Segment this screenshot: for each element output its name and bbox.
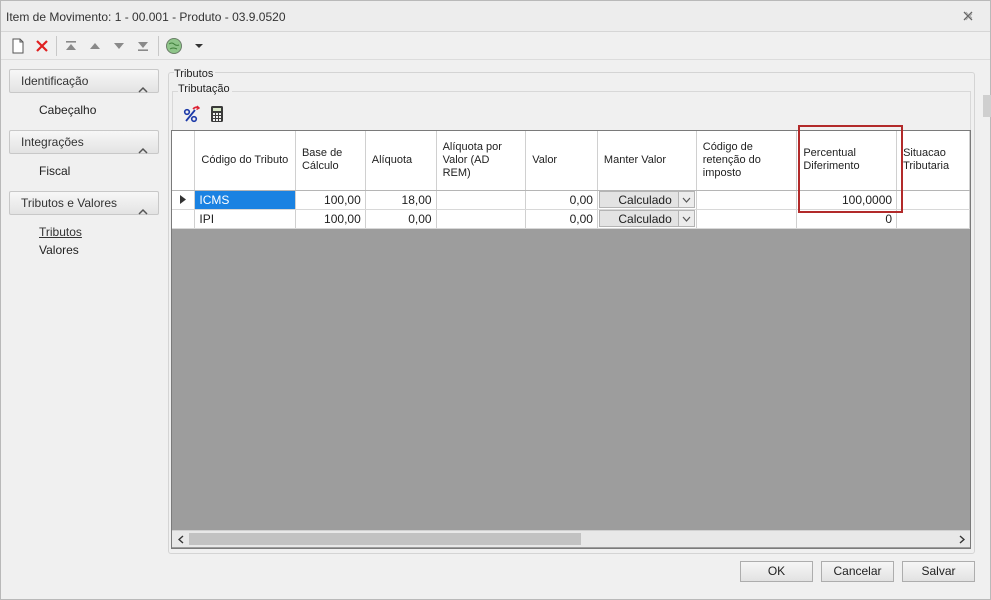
row-indicator[interactable] — [172, 209, 196, 229]
nav-group-integracoes: Integrações Fiscal — [9, 130, 159, 180]
next-icon[interactable] — [110, 37, 128, 55]
tributos-table: Código do Tributo Base de Cálculo Alíquo… — [172, 131, 970, 229]
percent-edit-icon[interactable] — [182, 105, 201, 126]
cell-situacao[interactable] — [896, 209, 970, 229]
cancel-button[interactable]: Cancelar — [821, 561, 894, 582]
manter-valor-select[interactable]: Calculado — [598, 210, 695, 227]
column-header[interactable]: Valor — [525, 131, 598, 191]
nav-header-identificacao[interactable]: Identificação — [9, 69, 159, 93]
cell-manter-valor[interactable]: Calculado — [597, 209, 697, 229]
nav-header-integracoes[interactable]: Integrações — [9, 130, 159, 154]
column-header[interactable]: Alíquota por Valor (AD REM) — [436, 131, 527, 191]
new-icon[interactable] — [9, 37, 27, 55]
calculator-icon[interactable] — [210, 105, 224, 126]
column-header[interactable]: Alíquota — [365, 131, 437, 191]
save-button[interactable]: Salvar — [902, 561, 975, 582]
nav-item-cabecalho[interactable]: Cabeçalho — [9, 101, 159, 119]
scrollbar-thumb[interactable] — [189, 533, 581, 545]
column-header[interactable]: Código de retenção do imposto — [696, 131, 798, 191]
scroll-left-icon[interactable] — [172, 531, 189, 548]
close-icon[interactable] — [960, 8, 976, 24]
nav-header-label: Tributos e Valores — [21, 196, 118, 210]
cell-manter-valor[interactable]: Calculado — [597, 190, 697, 210]
cell-aliquota-valor[interactable] — [436, 190, 527, 210]
column-header[interactable]: Situacao Tributaria — [896, 131, 970, 191]
chevron-down-icon[interactable] — [677, 192, 694, 207]
window-title: Item de Movimento: 1 - 00.001 - Produto … — [6, 10, 286, 24]
cell-base[interactable]: 100,00 — [295, 209, 366, 229]
nav-header-label: Identificação — [21, 74, 89, 88]
nav-header-label: Integrações — [21, 135, 84, 149]
column-header[interactable]: Percentual Diferimento — [796, 131, 898, 191]
cell-codigo[interactable]: IPI — [194, 209, 296, 229]
column-header[interactable]: Base de Cálculo — [295, 131, 366, 191]
table-header-row: Código do Tributo Base de Cálculo Alíquo… — [172, 131, 970, 191]
cell-valor[interactable]: 0,00 — [525, 190, 598, 210]
chevron-up-icon[interactable] — [138, 139, 148, 161]
cell-retencao[interactable] — [696, 209, 798, 229]
cell-aliquota[interactable]: 0,00 — [365, 209, 437, 229]
group-label-tributos: Tributos — [174, 68, 216, 80]
manter-valor-select[interactable]: Calculado — [598, 191, 695, 208]
last-icon[interactable] — [134, 37, 152, 55]
delete-icon[interactable] — [33, 37, 51, 55]
cell-valor[interactable]: 0,00 — [525, 209, 598, 229]
table-row[interactable]: ICMS 100,00 18,00 0,00 Calculado 100,000… — [172, 190, 970, 210]
manter-valor-value: Calculado — [618, 211, 672, 226]
toolbar-separator — [158, 36, 159, 56]
nav-item-fiscal[interactable]: Fiscal — [9, 162, 159, 180]
table-row[interactable]: IPI 100,00 0,00 0,00 Calculado 0 — [172, 209, 970, 229]
row-indicator-icon[interactable] — [172, 190, 196, 210]
manter-valor-value: Calculado — [618, 192, 672, 207]
nav-item-valores[interactable]: Valores — [9, 241, 159, 259]
main-toolbar — [1, 32, 990, 60]
ok-button[interactable]: OK — [740, 561, 813, 582]
nav-header-tributos-valores[interactable]: Tributos e Valores — [9, 191, 159, 215]
nav-item-tributos[interactable]: Tributos — [9, 223, 159, 241]
row-indicator-header — [172, 131, 196, 191]
cell-retencao[interactable] — [696, 190, 798, 210]
cell-codigo[interactable]: ICMS — [194, 190, 296, 210]
previous-icon[interactable] — [86, 37, 104, 55]
nav-group-identificacao: Identificação Cabeçalho — [9, 69, 159, 119]
dropdown-arrow-icon[interactable] — [190, 37, 208, 55]
dialog-window: Item de Movimento: 1 - 00.001 - Produto … — [0, 0, 991, 600]
vertical-scrollbar[interactable] — [983, 95, 991, 117]
cell-percentual-diferimento[interactable]: 100,0000 — [796, 190, 898, 210]
tributos-grid: Código do Tributo Base de Cálculo Alíquo… — [171, 130, 971, 549]
cell-aliquota-valor[interactable] — [436, 209, 527, 229]
cell-percentual-diferimento[interactable]: 0 — [796, 209, 898, 229]
horizontal-scrollbar[interactable] — [172, 530, 970, 547]
globe-icon[interactable] — [165, 37, 183, 55]
column-header[interactable]: Código do Tributo — [194, 131, 296, 191]
chevron-up-icon[interactable] — [138, 200, 148, 222]
nav-group-tributos-valores: Tributos e Valores Tributos Valores — [9, 191, 159, 259]
cell-aliquota[interactable]: 18,00 — [365, 190, 437, 210]
column-header[interactable]: Manter Valor — [597, 131, 697, 191]
first-icon[interactable] — [62, 37, 80, 55]
cell-base[interactable]: 100,00 — [295, 190, 366, 210]
chevron-down-icon[interactable] — [677, 211, 694, 226]
cell-situacao[interactable] — [896, 190, 970, 210]
group-label-tributacao: Tributação — [178, 83, 232, 95]
chevron-up-icon[interactable] — [138, 78, 148, 100]
title-bar: Item de Movimento: 1 - 00.001 - Produto … — [1, 1, 990, 32]
scroll-right-icon[interactable] — [953, 531, 970, 548]
toolbar-separator — [56, 36, 57, 56]
